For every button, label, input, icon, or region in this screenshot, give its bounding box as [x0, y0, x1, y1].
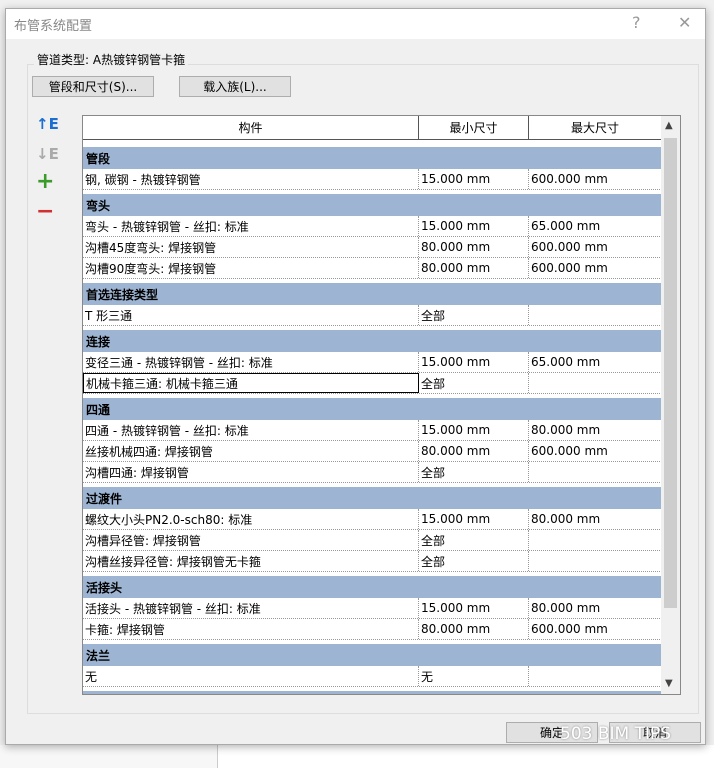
- component-cell[interactable]: 钢, 碳钢 - 热镀锌钢管: [83, 169, 419, 189]
- max-size-cell[interactable]: [529, 373, 662, 393]
- background-panel: [0, 745, 218, 768]
- min-size-cell[interactable]: 80.000 mm: [419, 237, 529, 257]
- dialog-title: 布管系统配置: [14, 18, 93, 34]
- scroll-up-icon[interactable]: ▲: [665, 120, 673, 131]
- max-size-cell[interactable]: 80.000 mm: [529, 598, 662, 618]
- min-size-cell[interactable]: 全部: [419, 305, 529, 325]
- table-row[interactable]: 无无: [83, 666, 662, 687]
- min-size-cell[interactable]: 15.000 mm: [419, 216, 529, 236]
- component-cell[interactable]: 沟槽45度弯头: 焊接钢管: [83, 237, 419, 257]
- max-size-cell[interactable]: 600.000 mm: [529, 619, 662, 639]
- component-cell[interactable]: 沟槽90度弯头: 焊接钢管: [83, 258, 419, 278]
- scroll-thumb[interactable]: [664, 138, 677, 608]
- max-size-cell[interactable]: 600.000 mm: [529, 237, 662, 257]
- component-cell[interactable]: 机械卡箍三通: 机械卡箍三通: [83, 373, 419, 393]
- max-size-cell[interactable]: 65.000 mm: [529, 216, 662, 236]
- table-row[interactable]: T 形三通 全部: [83, 305, 662, 326]
- max-size-cell[interactable]: 80.000 mm: [529, 420, 662, 440]
- max-size-cell[interactable]: [529, 530, 662, 550]
- max-size-cell[interactable]: 600.000 mm: [529, 169, 662, 189]
- table-row[interactable]: 钢, 碳钢 - 热镀锌钢管 15.000 mm 600.000 mm: [83, 169, 662, 190]
- min-size-cell[interactable]: 15.000 mm: [419, 352, 529, 372]
- table-body: 管段 钢, 碳钢 - 热镀锌钢管 15.000 mm 600.000 mm 弯头 弯头 -…: [83, 143, 662, 694]
- header-min-size[interactable]: 最小尺寸: [419, 116, 529, 139]
- help-button[interactable]: ?: [632, 13, 641, 32]
- max-size-cell[interactable]: 600.000 mm: [529, 258, 662, 278]
- routing-preferences-dialog: 布管系统配置 ? ✕ 管道类型: A热镀锌钢管卡箍 管段和尺寸(S)... 载入…: [5, 8, 706, 745]
- table-row[interactable]: 螺纹大小头PN2.0-sch80: 标准 15.000 mm 80.000 mm: [83, 509, 662, 530]
- min-size-cell[interactable]: 80.000 mm: [419, 258, 529, 278]
- max-size-cell[interactable]: [529, 551, 662, 571]
- group-header: 管段: [83, 147, 662, 169]
- group-header: 连接: [83, 330, 662, 352]
- group-header: 法兰: [83, 644, 662, 666]
- header-component[interactable]: 构件: [83, 116, 419, 139]
- min-size-cell[interactable]: 无: [419, 666, 529, 686]
- component-cell[interactable]: 无: [83, 666, 419, 686]
- header-max-size[interactable]: 最大尺寸: [529, 116, 662, 139]
- component-cell[interactable]: 沟槽异径管: 焊接钢管: [83, 530, 419, 550]
- table-header: 构件 最小尺寸 最大尺寸: [83, 116, 680, 140]
- close-button[interactable]: ✕: [678, 13, 691, 32]
- max-size-cell[interactable]: 600.000 mm: [529, 441, 662, 461]
- table-row[interactable]: 变径三通 - 热镀锌钢管 - 丝扣: 标准 15.000 mm 65.000 mm: [83, 352, 662, 373]
- table-row[interactable]: 沟槽丝接异径管: 焊接钢管无卡箍 全部: [83, 551, 662, 572]
- table-row[interactable]: 沟槽异径管: 焊接钢管 全部: [83, 530, 662, 551]
- title-bar: 布管系统配置: [6, 9, 705, 39]
- max-size-cell[interactable]: 80.000 mm: [529, 509, 662, 529]
- min-size-cell[interactable]: 全部: [419, 462, 529, 482]
- min-size-cell[interactable]: 15.000 mm: [419, 420, 529, 440]
- table-row[interactable]: 四通 - 热镀锌钢管 - 丝扣: 标准 15.000 mm 80.000 mm: [83, 420, 662, 441]
- table-row[interactable]: 丝接机械四通: 焊接钢管 80.000 mm 600.000 mm: [83, 441, 662, 462]
- table-row[interactable]: 沟槽45度弯头: 焊接钢管 80.000 mm 600.000 mm: [83, 237, 662, 258]
- pipe-type-label: 管道类型: A热镀锌钢管卡箍: [34, 51, 189, 68]
- min-size-cell[interactable]: 15.000 mm: [419, 598, 529, 618]
- component-cell[interactable]: T 形三通: [83, 305, 419, 325]
- component-cell[interactable]: 螺纹大小头PN2.0-sch80: 标准: [83, 509, 419, 529]
- table-row[interactable]: 弯头 - 热镀锌钢管 - 丝扣: 标准 15.000 mm 65.000 mm: [83, 216, 662, 237]
- component-cell[interactable]: 弯头 - 热镀锌钢管 - 丝扣: 标准: [83, 216, 419, 236]
- component-cell[interactable]: 沟槽四通: 焊接钢管: [83, 462, 419, 482]
- min-size-cell[interactable]: 80.000 mm: [419, 619, 529, 639]
- group-header: 过渡件: [83, 487, 662, 509]
- component-cell[interactable]: 四通 - 热镀锌钢管 - 丝扣: 标准: [83, 420, 419, 440]
- table-row[interactable]: 沟槽四通: 焊接钢管 全部: [83, 462, 662, 483]
- component-cell[interactable]: 活接头 - 热镀锌钢管 - 丝扣: 标准: [83, 598, 419, 618]
- load-family-button[interactable]: 载入族(L)...: [179, 76, 291, 97]
- group-header: 弯头: [83, 194, 662, 216]
- max-size-cell[interactable]: 65.000 mm: [529, 352, 662, 372]
- min-size-cell[interactable]: 15.000 mm: [419, 509, 529, 529]
- move-up-icon[interactable]: ↑E: [36, 115, 59, 133]
- min-size-cell[interactable]: 全部: [419, 530, 529, 550]
- min-size-cell[interactable]: 全部: [419, 551, 529, 571]
- group-header: 活接头: [83, 576, 662, 598]
- move-down-icon[interactable]: ↓E: [36, 145, 59, 163]
- component-cell[interactable]: 卡箍: 焊接钢管: [83, 619, 419, 639]
- watermark: 503 BIM TIPS: [560, 724, 672, 744]
- segments-sizes-button[interactable]: 管段和尺寸(S)...: [32, 76, 154, 97]
- min-size-cell[interactable]: 15.000 mm: [419, 169, 529, 189]
- components-table: 构件 最小尺寸 最大尺寸 管段 钢, 碳钢 - 热镀锌钢管 15.000 mm 600…: [82, 115, 681, 695]
- vertical-scrollbar[interactable]: ▲ ▼: [661, 116, 680, 694]
- table-row[interactable]: 活接头 - 热镀锌钢管 - 丝扣: 标准 15.000 mm 80.000 mm: [83, 598, 662, 619]
- add-icon[interactable]: +: [36, 169, 54, 194]
- component-cell[interactable]: 变径三通 - 热镀锌钢管 - 丝扣: 标准: [83, 352, 419, 372]
- table-row[interactable]: 卡箍: 焊接钢管 80.000 mm 600.000 mm: [83, 619, 662, 640]
- min-size-cell[interactable]: 全部: [419, 373, 529, 393]
- scroll-down-icon[interactable]: ▼: [665, 678, 673, 689]
- max-size-cell[interactable]: [529, 462, 662, 482]
- table-row[interactable]: 机械卡箍三通: 机械卡箍三通 全部: [83, 373, 662, 394]
- component-cell[interactable]: 丝接机械四通: 焊接钢管: [83, 441, 419, 461]
- group-header: [83, 691, 662, 694]
- table-row[interactable]: 沟槽90度弯头: 焊接钢管 80.000 mm 600.000 mm: [83, 258, 662, 279]
- group-header: 首选连接类型: [83, 283, 662, 305]
- max-size-cell[interactable]: [529, 305, 662, 325]
- max-size-cell[interactable]: [529, 666, 662, 686]
- component-cell[interactable]: 沟槽丝接异径管: 焊接钢管无卡箍: [83, 551, 419, 571]
- remove-icon[interactable]: −: [36, 199, 54, 224]
- group-header: 四通: [83, 398, 662, 420]
- min-size-cell[interactable]: 80.000 mm: [419, 441, 529, 461]
